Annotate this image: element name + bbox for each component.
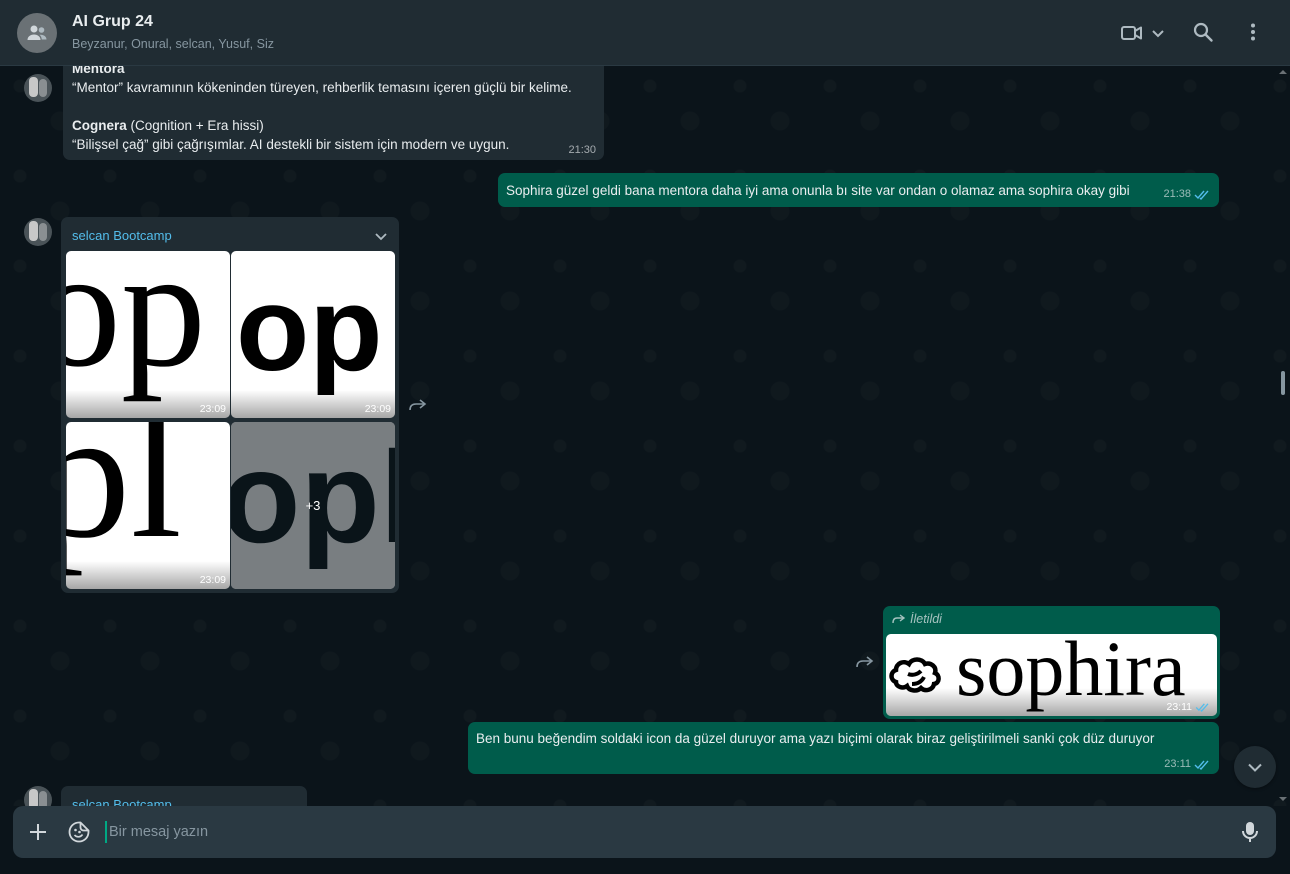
- search-icon: [1193, 22, 1213, 42]
- message-heading: Mentora: [72, 66, 125, 76]
- outgoing-forwarded-image[interactable]: İletildi sophira 23:11: [883, 606, 1220, 719]
- forward-button[interactable]: [408, 397, 428, 418]
- footer: [0, 806, 1290, 874]
- sticker-icon: [68, 821, 90, 843]
- users-icon: [27, 25, 47, 40]
- microphone-icon: [1242, 822, 1258, 842]
- double-check-icon: [1194, 760, 1209, 770]
- outgoing-message[interactable]: Ben bunu beğendim soldaki icon da güzel …: [468, 722, 1219, 774]
- forward-icon: [409, 399, 427, 411]
- forwarded-label: İletildi: [910, 612, 942, 626]
- scrollbar[interactable]: [1276, 66, 1290, 806]
- album-image-more[interactable]: opl +3: [231, 422, 395, 589]
- message-time: 21:38: [1163, 188, 1191, 200]
- message-time: 21:30: [568, 144, 596, 156]
- more-vertical-icon: [1251, 23, 1255, 41]
- double-check-icon: [1194, 190, 1209, 200]
- sender-name: selcan Bootcamp: [72, 797, 172, 806]
- message-text: Sophira güzel geldi bana mentora daha iy…: [506, 183, 1130, 198]
- message-text: Ben bunu beğendim soldaki icon da güzel …: [476, 731, 1155, 746]
- incoming-message[interactable]: selcan Bootcamp: [61, 786, 307, 806]
- message-time: 23:11: [1164, 758, 1191, 770]
- forwarded-image[interactable]: sophira 23:11: [886, 634, 1217, 716]
- plus-icon: [30, 824, 46, 840]
- album-image[interactable]: op 23:09: [231, 251, 395, 418]
- attach-button[interactable]: [27, 821, 49, 848]
- video-call-icon: [1121, 26, 1142, 40]
- album-image[interactable]: pl 23:09: [66, 422, 230, 589]
- message-time: 23:11: [1166, 701, 1193, 713]
- forward-icon: [892, 614, 906, 624]
- message-input[interactable]: [105, 821, 1205, 843]
- chevron-down-icon: [1248, 763, 1262, 772]
- mic-button[interactable]: [1240, 820, 1260, 849]
- image-time: 23:09: [199, 403, 226, 415]
- forward-icon: [856, 656, 874, 668]
- message-note: (Cognition + Era hissi): [126, 118, 264, 133]
- sticker-button[interactable]: [67, 820, 91, 849]
- image-glyph: op: [66, 251, 206, 402]
- image-time: 23:09: [364, 403, 391, 415]
- chat-title: AI Grup 24: [72, 13, 153, 30]
- video-call-button[interactable]: [1120, 21, 1166, 45]
- scroll-down-button[interactable]: [1234, 746, 1276, 788]
- avatar[interactable]: [24, 74, 52, 102]
- message-text-2: “Bilişsel çağ” gibi çağrışımlar. AI dest…: [72, 137, 510, 152]
- message-heading-2: Cognera: [72, 118, 127, 133]
- avatar[interactable]: [24, 786, 52, 806]
- sender-name: selcan Bootcamp: [72, 228, 172, 243]
- outgoing-message[interactable]: Sophira güzel geldi bana mentora daha iy…: [498, 173, 1219, 207]
- incoming-album[interactable]: selcan Bootcamp op 23:09 op 23:09 pl 23:…: [61, 217, 399, 593]
- avatar[interactable]: [24, 218, 52, 246]
- more-count: +3: [305, 498, 321, 513]
- forward-button[interactable]: [855, 654, 875, 675]
- search-button[interactable]: [1192, 21, 1214, 43]
- image-time: 23:09: [199, 574, 226, 586]
- double-check-icon: [1195, 703, 1209, 712]
- image-glyph: op: [236, 262, 383, 396]
- image-glyph: pl: [66, 422, 182, 577]
- chat-header: AI Grup 24 Beyzanur, Onural, selcan, Yus…: [0, 0, 1290, 66]
- incoming-message[interactable]: Mentora “Mentor” kavramının kökeninden t…: [63, 66, 604, 160]
- message-text: “Mentor” kavramının kökeninden türeyen, …: [72, 80, 572, 95]
- composer: [13, 806, 1276, 858]
- message-list[interactable]: Mentora “Mentor” kavramının kökeninden t…: [0, 66, 1290, 806]
- scrollbar-graphic: [1279, 70, 1287, 801]
- chat-members: Beyzanur, Onural, selcan, Yusuf, Siz: [72, 37, 274, 51]
- album-image[interactable]: op 23:09: [66, 251, 230, 418]
- chevron-down-icon[interactable]: [373, 228, 389, 244]
- chevron-down-icon: [1152, 30, 1164, 38]
- group-avatar[interactable]: [17, 13, 57, 53]
- chat-info[interactable]: AI Grup 24 Beyzanur, Onural, selcan, Yus…: [72, 13, 274, 51]
- menu-button[interactable]: [1242, 21, 1264, 43]
